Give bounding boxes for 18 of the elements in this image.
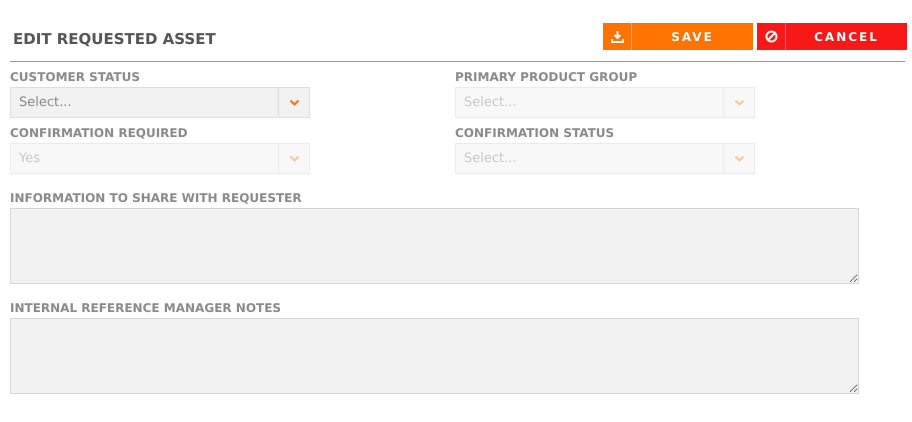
page-title: EDIT REQUESTED ASSET bbox=[13, 30, 216, 48]
cancel-button[interactable]: CANCEL bbox=[757, 23, 907, 50]
field-label: INFORMATION TO SHARE WITH REQUESTER bbox=[10, 190, 303, 206]
text-area[interactable] bbox=[10, 208, 859, 284]
save-button[interactable]: SAVE bbox=[603, 23, 753, 50]
field-label: CONFIRMATION STATUS bbox=[455, 125, 616, 141]
chevron-down-icon bbox=[734, 98, 744, 106]
download-icon bbox=[610, 30, 624, 43]
prohibited-icon bbox=[764, 30, 778, 43]
chevron-down-icon bbox=[288, 98, 300, 106]
chevron-down-icon bbox=[734, 154, 744, 162]
field-label: INTERNAL REFERENCE MANAGER NOTES bbox=[10, 300, 282, 316]
field-label: PRIMARY PRODUCT GROUP bbox=[455, 69, 638, 85]
field-label: CUSTOMER STATUS bbox=[10, 69, 141, 85]
field-label: CONFIRMATION REQUIRED bbox=[10, 125, 189, 141]
select-field[interactable]: Select... bbox=[10, 87, 310, 118]
chevron-down-icon bbox=[288, 154, 300, 162]
text-area[interactable] bbox=[10, 318, 859, 394]
